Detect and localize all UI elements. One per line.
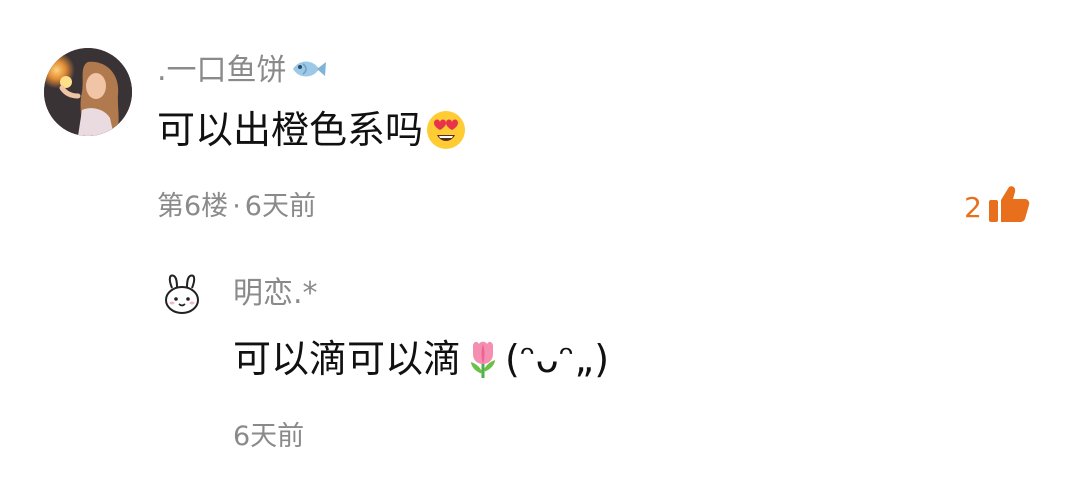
meta-separator: · [232,191,241,222]
comment-body: 可以出橙色系吗 [157,108,424,152]
floor-label: 第6楼 [157,191,229,222]
thumbs-up-icon [988,184,1030,231]
comment-meta: 第6楼 · 6天前 [157,188,316,226]
avatar[interactable] [44,48,132,136]
tulip-emoji [463,338,503,380]
reply-time: 6天前 [233,421,305,452]
comment-time: 6天前 [244,191,316,222]
kaomoji: (ᵔᴗᵔ„) [505,337,610,381]
comment-text: 可以出橙色系吗 [157,106,467,154]
heart-eyes-emoji [425,109,467,151]
reply-avatar[interactable] [160,272,204,316]
comment-thread: .一口鱼饼 可以出橙色系吗 第6楼 · 6天前 2 明恋.* 可以滴可以滴 (ᵔ… [0,0,1080,482]
reply-username[interactable]: 明恋.* [233,275,318,313]
fish-icon [289,54,327,84]
username-text: .一口鱼饼 [157,53,287,88]
like-count: 2 [964,190,982,224]
reply-body: 可以滴可以滴 [233,337,462,381]
reply-text: 可以滴可以滴 (ᵔᴗᵔ„) [233,335,609,383]
comment-username[interactable]: .一口鱼饼 [157,52,327,90]
like-button[interactable]: 2 [964,184,1030,231]
